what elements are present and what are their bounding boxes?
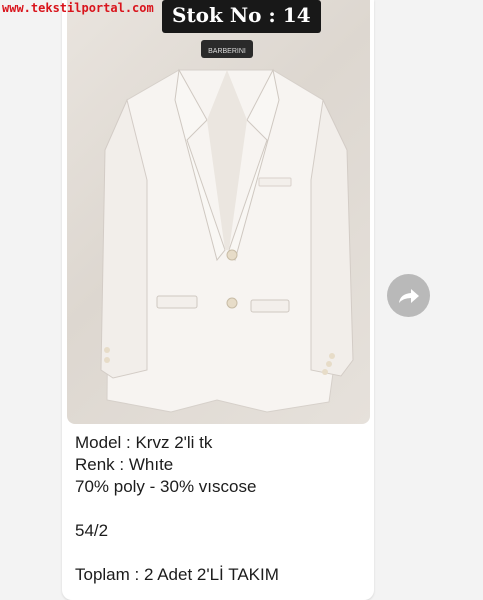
forward-button[interactable] (387, 274, 430, 317)
product-photo[interactable]: BARBERINI (67, 0, 370, 424)
hanger-brand: BARBERINI (208, 48, 246, 55)
caption-size: 54/2 (75, 521, 109, 540)
site-watermark: www.tekstilportal.com (2, 1, 154, 15)
caption-color: Renk : Whıte (75, 455, 174, 474)
forward-arrow-icon (398, 288, 419, 303)
suit-jacket-illustration: BARBERINI (100, 16, 354, 413)
caption-model: Model : Krvz 2'li tk (75, 433, 213, 452)
caption-fabric: 70% poly - 30% vıscose (75, 477, 257, 496)
message-caption: Model : Krvz 2'li tk Renk : Whıte 70% po… (75, 432, 365, 586)
stock-number-badge: Stok No : 14 (162, 0, 321, 33)
caption-total: Toplam : 2 Adet 2'Lİ TAKIM (75, 565, 279, 584)
